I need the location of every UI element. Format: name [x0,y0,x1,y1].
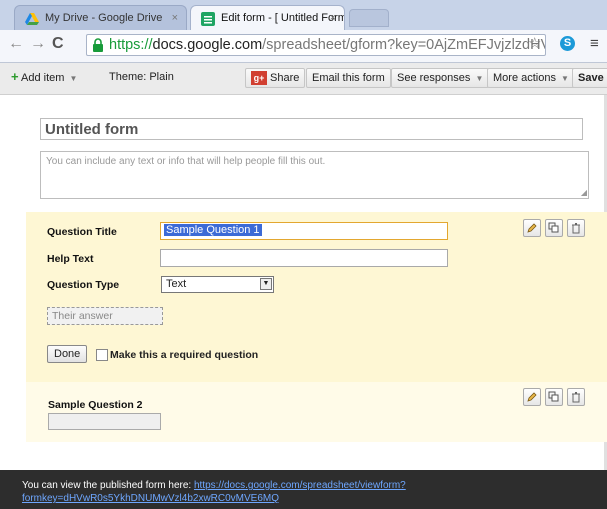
tab-google-drive[interactable]: My Drive - Google Drive × [14,5,187,31]
share-button[interactable]: g+ Share [245,68,306,88]
google-drive-icon [25,13,39,25]
published-form-link-continued[interactable]: formkey=dHVwR0s5YkhDNUMwVzl4b2xwRC0vMVE6… [22,493,279,504]
help-text-label: Help Text [47,253,94,265]
plus-icon: + [11,69,19,84]
chevron-down-icon: ▼ [260,278,272,290]
question-type-select[interactable]: Text ▼ [161,276,274,293]
url-host: docs.google.com [152,37,263,53]
tab-title: Edit form - [ Untitled Form [221,12,345,24]
required-label: Make this a required question [110,349,259,361]
new-tab-button[interactable] [349,9,389,27]
save-button[interactable]: Save [572,68,607,88]
more-actions-label: More actions [493,72,556,84]
skype-extension-icon[interactable]: S [560,36,575,51]
address-bar[interactable]: https://docs.google.com/spreadsheet/gfor… [86,34,546,56]
tab-close-icon[interactable]: × [330,12,336,24]
browser-tab-bar: My Drive - Google Drive × Edit form - [ … [0,0,607,31]
duplicate-icon[interactable] [545,219,563,237]
question-title-input[interactable]: Sample Question 1 [160,222,448,240]
question-title-label: Question Title [47,226,117,238]
form-description-input[interactable]: You can include any text or info that wi… [40,151,589,199]
form-toolbar: + Add item ▼ Theme: Plain g+ Share Email … [0,63,607,95]
bookmark-star-icon[interactable]: ☆ [528,34,541,52]
question-type-label: Question Type [47,279,120,291]
theme-button[interactable]: Theme: Plain [104,68,179,88]
trash-icon[interactable] [567,388,585,406]
add-item-button[interactable]: + Add item ▼ [6,68,82,88]
question-2-title: Sample Question 2 [48,399,143,411]
help-text-input[interactable] [160,249,448,267]
description-placeholder: You can include any text or info that wi… [46,156,326,167]
answer-preview: Their answer [47,307,163,325]
url-path: /spreadsheet/gform?key=0AjZmEFJvjzlzdHVw… [262,37,545,53]
url-scheme: https:// [109,37,153,53]
form-title-input[interactable]: Untitled form [40,118,583,140]
hamburger-menu-icon[interactable]: ≡ [590,35,599,52]
required-checkbox[interactable] [96,349,108,361]
question-2[interactable] [26,382,607,442]
tab-close-icon[interactable]: × [172,12,178,24]
resize-handle-icon[interactable]: ◢ [581,188,587,197]
back-arrow-icon[interactable]: ← [8,35,24,53]
published-form-link[interactable]: https://docs.google.com/spreadsheet/view… [194,480,406,491]
duplicate-icon[interactable] [545,388,563,406]
browser-toolbar: ← → C https://docs.google.com/spreadshee… [0,30,607,63]
published-form-footer: You can view the published form here: ht… [0,470,607,509]
question-type-value: Text [166,278,187,290]
footer-text: You can view the published form here: [22,480,194,491]
lock-icon [93,38,103,52]
tab-title: My Drive - Google Drive [45,12,163,24]
spreadsheet-icon [201,12,215,26]
add-item-label: Add item [21,72,65,84]
google-plus-icon: g+ [251,71,267,86]
trash-icon[interactable] [567,219,585,237]
chevron-down-icon: ▼ [69,74,78,83]
share-label: Share [270,72,300,84]
email-form-button[interactable]: Email this form [306,68,391,88]
reload-icon[interactable]: C [52,35,64,53]
question-2-answer-preview [48,413,161,430]
chevron-down-icon: ▼ [561,74,569,83]
done-button[interactable]: Done [47,345,88,363]
see-responses-button[interactable]: See responses ▼ [391,68,490,88]
forward-arrow-icon[interactable]: → [30,35,46,53]
see-responses-label: See responses [397,72,471,84]
edit-pencil-icon[interactable] [523,219,541,237]
edit-pencil-icon[interactable] [523,388,541,406]
question-title-value: Sample Question 1 [164,224,262,236]
more-actions-button[interactable]: More actions ▼ [487,68,575,88]
chevron-down-icon: ▼ [475,74,484,83]
tab-edit-form[interactable]: Edit form - [ Untitled Form × [190,5,345,31]
